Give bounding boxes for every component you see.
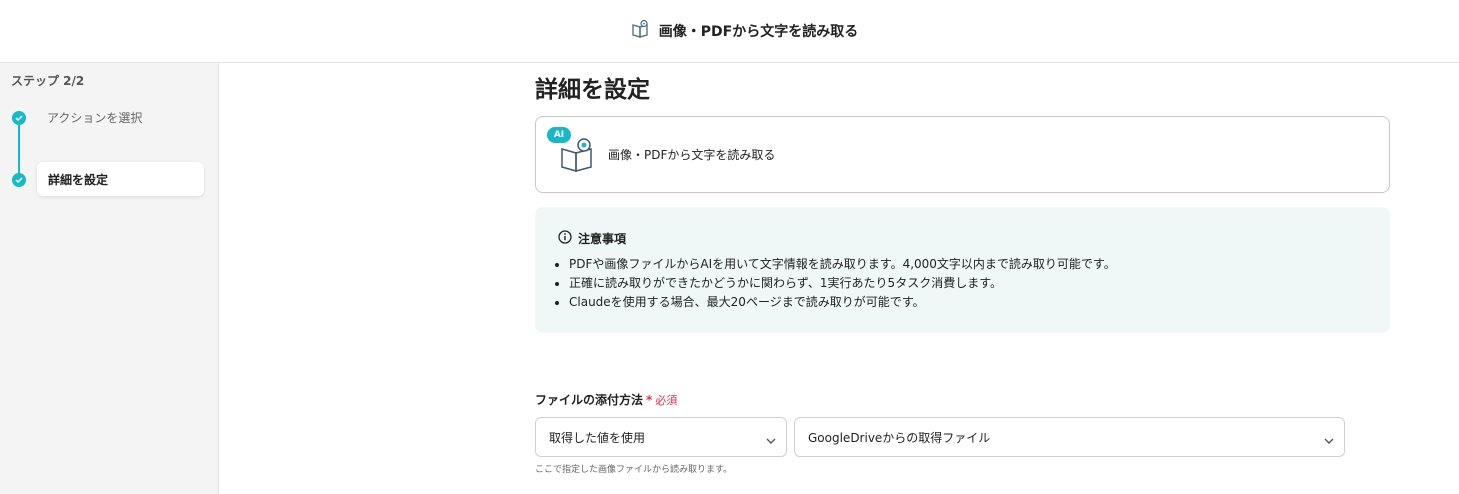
file-attach-label-text: ファイルの添付方法 — [535, 393, 644, 407]
header-title-group: 画像・PDFから文字を読み取る — [631, 19, 858, 43]
attach-method-select[interactable]: 取得した値を使用 — [535, 417, 787, 457]
step-count: ステップ 2/2 — [11, 74, 85, 88]
top-header: 画像・PDFから文字を読み取る — [0, 0, 1459, 63]
page-title: 詳細を設定 — [535, 77, 650, 103]
info-icon — [558, 229, 572, 248]
notice-header: 注意事項 — [558, 229, 626, 248]
required-asterisk: * — [646, 392, 653, 407]
step-configure-details[interactable]: 詳細を設定 — [37, 162, 204, 196]
step-done-check-icon — [12, 111, 26, 125]
step-select-action[interactable]: アクションを選択 — [47, 109, 142, 126]
notice-box: 注意事項 PDFや画像ファイルからAIを用いて文字情報を読み取ります。4,000… — [535, 207, 1390, 333]
file-source-value: GoogleDriveからの取得ファイル — [808, 430, 991, 445]
book-eye-icon — [560, 137, 594, 177]
chevron-down-icon — [766, 434, 776, 448]
notice-item: 正確に読み取りができたかどうかに関わらず、1実行あたり5タスク消費します。 — [555, 274, 1116, 293]
notice-list: PDFや画像ファイルからAIを用いて文字情報を読み取ります。4,000文字以内ま… — [555, 255, 1116, 312]
file-attach-label: ファイルの添付方法 * 必須 — [535, 391, 677, 408]
attach-method-value: 取得した値を使用 — [549, 430, 646, 445]
header-title: 画像・PDFから文字を読み取る — [658, 24, 859, 40]
book-eye-icon — [631, 19, 651, 43]
field-hint: ここで指定した画像ファイルから読み取ります。 — [535, 465, 733, 475]
chevron-down-icon — [1324, 434, 1334, 448]
step-active-check-icon — [12, 173, 26, 187]
action-card-label: 画像・PDFから文字を読み取る — [608, 148, 776, 162]
step-connector — [18, 120, 20, 180]
step-sidebar: ステップ 2/2 アクションを選択 詳細を設定 — [0, 63, 219, 494]
required-text: 必須 — [655, 393, 678, 407]
action-card[interactable]: AI 画像・PDFから文字を読み取る — [535, 116, 1390, 193]
notice-item: PDFや画像ファイルからAIを用いて文字情報を読み取ります。4,000文字以内ま… — [555, 255, 1116, 274]
ai-badge: AI — [547, 127, 571, 143]
notice-title: 注意事項 — [578, 232, 627, 246]
notice-item: Claudeを使用する場合、最大20ページまで読み取りが可能です。 — [555, 293, 1116, 312]
file-source-select[interactable]: GoogleDriveからの取得ファイル — [794, 417, 1345, 457]
